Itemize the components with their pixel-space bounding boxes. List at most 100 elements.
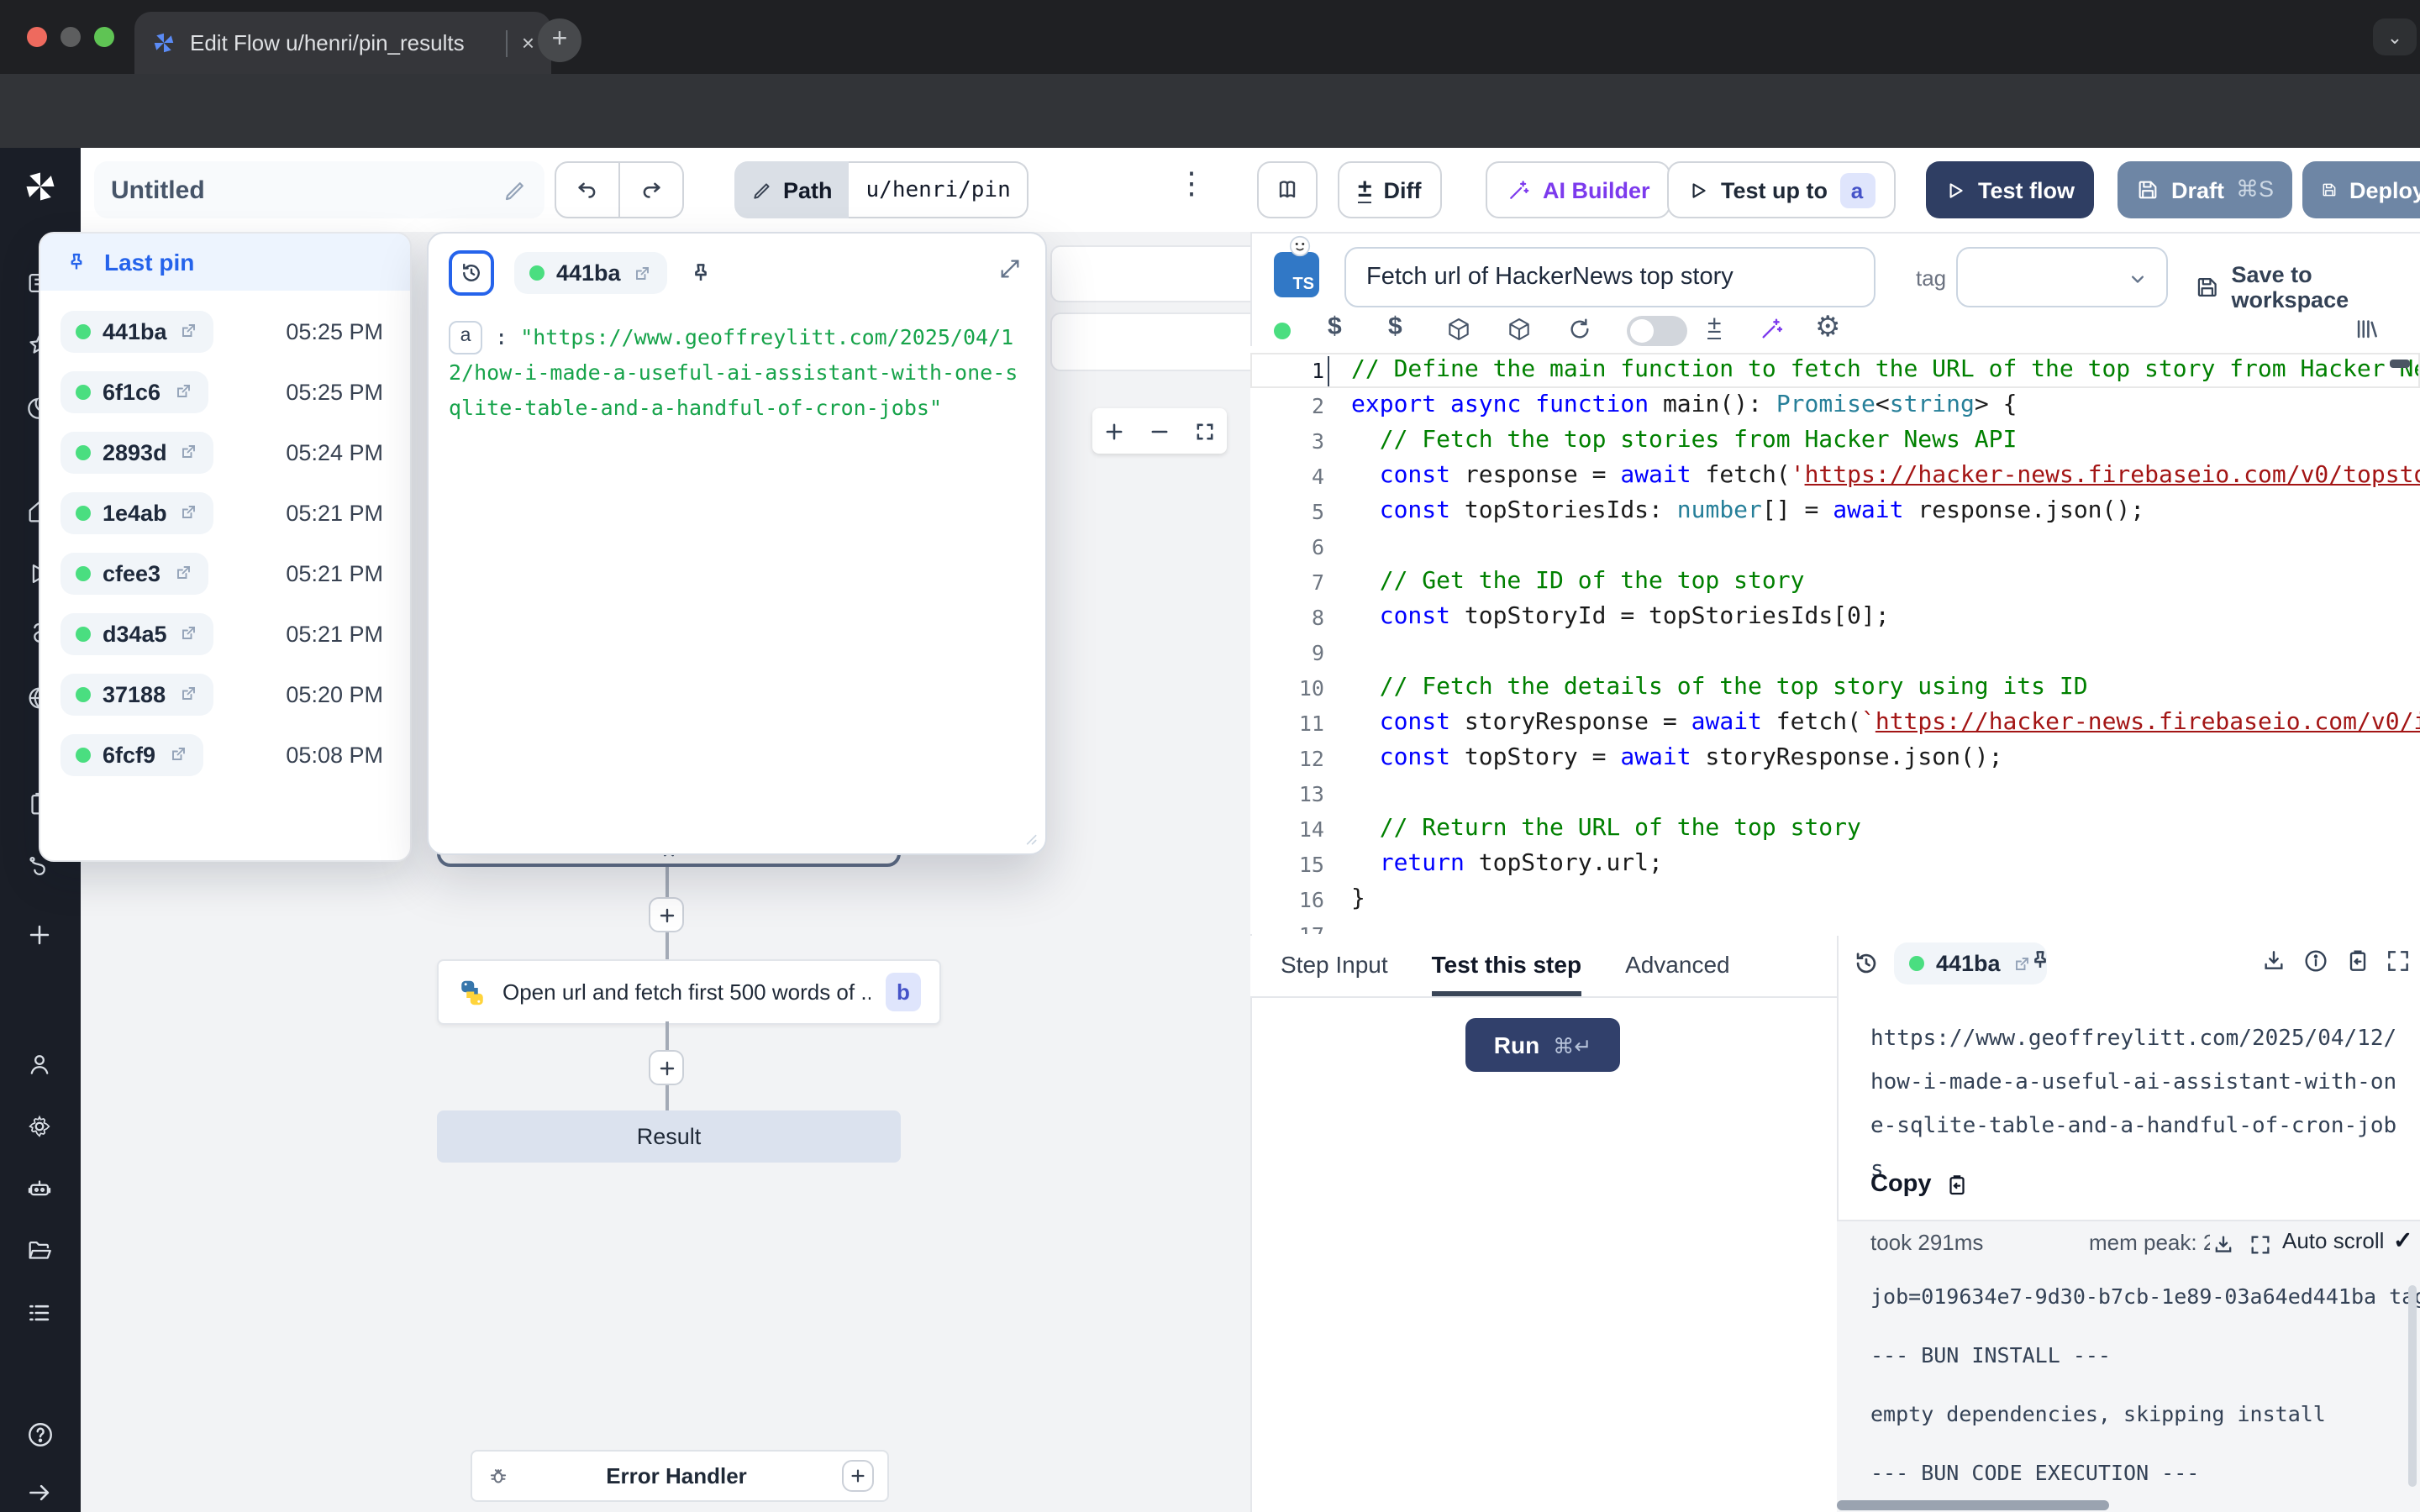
- save-to-workspace-button[interactable]: Save to workspace: [2195, 262, 2420, 312]
- package-icon[interactable]: [1506, 316, 1533, 343]
- external-link-icon[interactable]: [172, 563, 192, 583]
- pin-icon[interactable]: [688, 260, 715, 286]
- copy-button[interactable]: Copy: [1870, 1171, 1970, 1198]
- minimize-window-button[interactable]: [60, 27, 81, 47]
- test-flow-button[interactable]: Test flow: [1926, 161, 2093, 218]
- add-error-handler-button[interactable]: [842, 1460, 874, 1492]
- close-window-button[interactable]: [27, 27, 47, 47]
- refresh-icon[interactable]: [1566, 316, 1593, 343]
- pin-id-pill[interactable]: 441ba: [514, 252, 668, 294]
- error-handler-node[interactable]: Error Handler: [471, 1450, 889, 1502]
- pin-row[interactable]: 3718805:20 PM: [40, 664, 410, 724]
- clipboard-paste-icon[interactable]: [2344, 948, 2371, 974]
- pin-row[interactable]: d34a505:21 PM: [40, 603, 410, 664]
- pin-id-pill[interactable]: 2893d: [60, 431, 214, 473]
- code-line[interactable]: 6: [1250, 529, 2420, 564]
- run-button[interactable]: Run ⌘↵: [1465, 1018, 1620, 1072]
- tab-close-icon[interactable]: ×: [522, 30, 534, 55]
- code-line[interactable]: 7 // Get the ID of the top story: [1250, 564, 2420, 600]
- log-vertical-scrollbar[interactable]: [2408, 1285, 2417, 1487]
- editor-scrollbar[interactable]: [2390, 360, 2410, 368]
- tab-search-button[interactable]: ⌄: [2373, 18, 2417, 55]
- ai-builder-button[interactable]: AI Builder: [1486, 161, 1670, 218]
- fit-view-icon[interactable]: [1192, 419, 1216, 443]
- add-step-button[interactable]: [649, 1050, 684, 1085]
- code-line[interactable]: 1// Define the main function to fetch th…: [1250, 353, 2420, 388]
- tag-select[interactable]: [1956, 247, 2168, 307]
- log-horizontal-scrollbar[interactable]: [1837, 1500, 2109, 1510]
- sidebar-settings-gear-icon[interactable]: [25, 1112, 54, 1141]
- add-step-button[interactable]: [649, 897, 684, 932]
- code-line[interactable]: 8 const topStoryId = topStoriesIds[0];: [1250, 600, 2420, 635]
- pin-icon[interactable]: [2027, 948, 2054, 974]
- code-line[interactable]: 14 // Return the URL of the top story: [1250, 811, 2420, 847]
- diff-mode-icon[interactable]: ±: [1707, 312, 1721, 339]
- cost-icon[interactable]: $: [1328, 312, 1342, 341]
- editor-settings-gear-icon[interactable]: ⚙: [1815, 311, 1841, 344]
- history-button[interactable]: [449, 250, 494, 296]
- code-line[interactable]: 4 const response = await fetch('https://…: [1250, 459, 2420, 494]
- package-icon[interactable]: [1445, 316, 1472, 343]
- zoom-out-icon[interactable]: [1148, 419, 1171, 443]
- result-node[interactable]: Result: [437, 1110, 901, 1163]
- pin-row[interactable]: 441ba05:25 PM: [40, 301, 410, 361]
- browser-tab[interactable]: Edit Flow u/henri/pin_results ×: [134, 12, 551, 74]
- code-line[interactable]: 2export async function main(): Promise<s…: [1250, 388, 2420, 423]
- step-title-input[interactable]: [1344, 247, 1876, 307]
- cost-icon[interactable]: $: [1388, 312, 1402, 341]
- sidebar-add-icon[interactable]: [25, 921, 54, 949]
- pin-row[interactable]: 1e4ab05:21 PM: [40, 482, 410, 543]
- code-line[interactable]: 17: [1250, 917, 2420, 934]
- sidebar-list-icon[interactable]: [25, 1299, 54, 1327]
- windmill-logo-icon[interactable]: [22, 168, 59, 205]
- flow-name-input[interactable]: Untitled: [94, 161, 544, 218]
- code-line[interactable]: 15 return topStory.url;: [1250, 847, 2420, 882]
- tab-step-input[interactable]: Step Input: [1281, 936, 1388, 996]
- more-options-icon[interactable]: ⋮: [1176, 166, 1207, 202]
- external-link-icon[interactable]: [179, 623, 199, 643]
- expand-icon[interactable]: [998, 257, 1022, 281]
- resize-handle-icon[interactable]: [1022, 830, 1039, 847]
- new-tab-button[interactable]: +: [538, 18, 581, 62]
- pin-id-pill[interactable]: cfee3: [60, 552, 208, 594]
- pin-row[interactable]: 6f1c605:25 PM: [40, 361, 410, 422]
- pin-id-pill[interactable]: 1e4ab: [60, 491, 214, 533]
- external-link-icon[interactable]: [172, 381, 192, 402]
- editor-toggle[interactable]: [1627, 316, 1687, 346]
- test-up-to-button[interactable]: Test up to a: [1667, 161, 1895, 218]
- library-icon[interactable]: [2353, 314, 2381, 343]
- external-link-icon[interactable]: [167, 744, 187, 764]
- redo-button[interactable]: [620, 161, 684, 218]
- sidebar-robot-icon[interactable]: [25, 1174, 54, 1203]
- pin-row[interactable]: cfee305:21 PM: [40, 543, 410, 603]
- download-icon[interactable]: [2260, 948, 2287, 974]
- code-line[interactable]: 5 const topStoriesIds: number[] = await …: [1250, 494, 2420, 529]
- pin-id-pill[interactable]: 6fcf9: [60, 733, 203, 775]
- draft-button[interactable]: Draft ⌘S: [2118, 161, 2292, 218]
- code-editor[interactable]: 1// Define the main function to fetch th…: [1250, 346, 2420, 934]
- result-pin-pill[interactable]: 441ba: [1894, 942, 2048, 984]
- log-lines[interactable]: job=019634e7-9d30-b7cb-1e89-03a64ed441ba…: [1870, 1282, 2420, 1494]
- code-line[interactable]: 9: [1250, 635, 2420, 670]
- docs-button[interactable]: [1257, 161, 1318, 218]
- sidebar-help-icon[interactable]: [25, 1420, 55, 1450]
- code-line[interactable]: 3 // Fetch the top stories from Hacker N…: [1250, 423, 2420, 459]
- code-line[interactable]: 13: [1250, 776, 2420, 811]
- fullscreen-icon[interactable]: [2385, 948, 2412, 974]
- diff-button[interactable]: ± Diff: [1338, 161, 1441, 218]
- pin-id-pill[interactable]: 441ba: [60, 310, 214, 352]
- code-line[interactable]: 16}: [1250, 882, 2420, 917]
- path-chip[interactable]: Path u/henri/pin: [734, 161, 1029, 218]
- sidebar-folder-icon[interactable]: [25, 1236, 54, 1265]
- external-link-icon[interactable]: [633, 263, 653, 283]
- maximize-window-button[interactable]: [94, 27, 114, 47]
- external-link-icon[interactable]: [179, 442, 199, 462]
- info-icon[interactable]: [2302, 948, 2329, 974]
- pin-id-pill[interactable]: d34a5: [60, 612, 214, 654]
- tab-advanced[interactable]: Advanced: [1625, 936, 1730, 996]
- ai-wand-icon[interactable]: [1758, 316, 1785, 343]
- python-step-node[interactable]: Open url and fetch first 500 words of ..…: [437, 959, 941, 1025]
- pin-row[interactable]: 6fcf905:08 PM: [40, 724, 410, 785]
- history-icon[interactable]: [1852, 949, 1881, 978]
- pin-id-pill[interactable]: 37188: [60, 673, 213, 715]
